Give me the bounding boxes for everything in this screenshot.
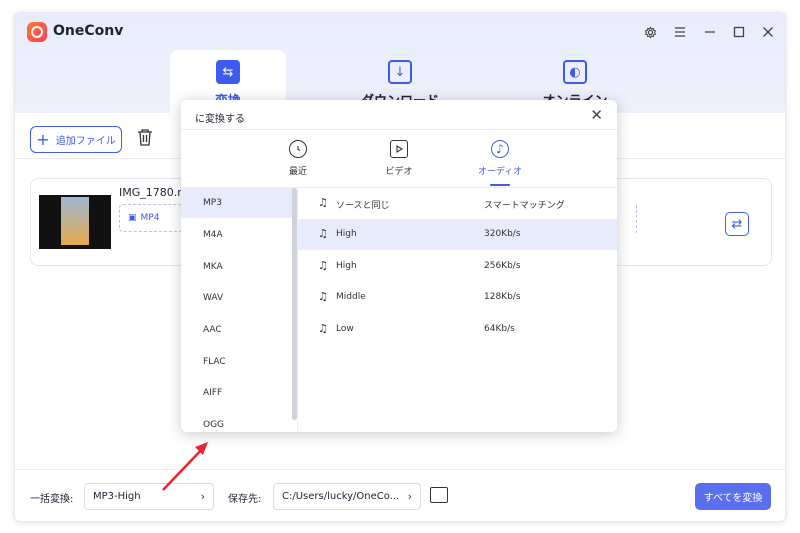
save-path-select[interactable]: C:/Users/lucky/OneCo... › <box>273 483 421 510</box>
category-audio[interactable]: ♪ オーディオ <box>470 140 530 177</box>
source-format-box[interactable]: ▣ MP4 <box>119 204 183 232</box>
save-to-label: 保存先: <box>228 494 262 505</box>
quality-name: Low <box>336 324 354 334</box>
quality-name: Middle <box>336 292 366 302</box>
maximize-icon[interactable] <box>730 23 748 41</box>
chevron-right-icon: › <box>407 490 412 503</box>
category-recent[interactable]: 最近 <box>268 140 328 177</box>
plus-icon: + <box>36 129 50 149</box>
source-format: MP4 <box>140 213 160 223</box>
music-note-icon: ♫ <box>318 322 328 335</box>
dialog-title: に変換する <box>195 114 245 125</box>
format-item-wav[interactable]: WAV <box>181 283 293 313</box>
format-item-aiff[interactable]: AIFF <box>181 378 293 408</box>
format-item-mp3[interactable]: MP3 <box>181 188 293 218</box>
convert-file-button[interactable]: ⇄ <box>725 212 749 236</box>
quality-bitrate: スマートマッチング <box>484 201 565 211</box>
active-category-indicator <box>490 184 510 186</box>
quality-name: High <box>336 229 357 239</box>
menu-icon[interactable] <box>671 23 689 41</box>
format-item-m4a[interactable]: M4A <box>181 220 293 250</box>
add-file-button[interactable]: + 追加ファイル <box>30 126 122 153</box>
annotation-arrow <box>162 442 208 491</box>
video-file-icon: ▣ <box>128 213 137 223</box>
format-item-mka[interactable]: MKA <box>181 252 293 282</box>
close-icon[interactable] <box>759 23 777 41</box>
music-note-icon: ♫ <box>318 259 328 272</box>
video-thumbnail <box>39 195 111 249</box>
batch-convert-label: 一括変換: <box>30 494 74 505</box>
divider <box>181 129 617 130</box>
category-video-label: ビデオ <box>385 167 413 177</box>
category-video[interactable]: ビデオ <box>369 140 429 177</box>
trash-icon[interactable] <box>137 128 153 150</box>
quality-row[interactable]: ♫ Middle 128Kb/s <box>298 282 617 313</box>
convert-icon: ⇆ <box>216 60 240 84</box>
dialog-close-icon[interactable]: ✕ <box>590 106 603 124</box>
format-dialog: に変換する ✕ 最近 ビデオ ♪ オーディオ MP3 M4A MKA WAV A… <box>181 100 617 432</box>
online-icon: ◐ <box>563 60 587 84</box>
format-item-aac[interactable]: AAC <box>181 315 293 345</box>
music-note-icon: ♫ <box>318 290 328 303</box>
quality-row[interactable]: ♫ High 256Kb/s <box>298 251 617 282</box>
quality-bitrate: 64Kb/s <box>484 324 515 334</box>
app-title: OneConv <box>53 23 124 39</box>
category-recent-label: 最近 <box>288 167 307 177</box>
quality-row[interactable]: ♫ ソースと同じ スマートマッチング <box>298 188 617 219</box>
format-item-flac[interactable]: FLAC <box>181 347 293 377</box>
quality-row[interactable]: ♫ High 320Kb/s <box>298 219 617 250</box>
quality-bitrate: 320Kb/s <box>484 229 521 239</box>
folder-icon[interactable] <box>430 487 448 503</box>
title-bar: OneConv ⇆ 変換 ↓ ダウンロード ◐ オンライン <box>15 13 785 113</box>
settings-icon[interactable] <box>641 23 659 41</box>
quality-row[interactable]: ♫ Low 64Kb/s <box>298 314 617 345</box>
convert-all-button[interactable]: すべてを変換 <box>695 483 771 510</box>
category-audio-label: オーディオ <box>477 167 523 177</box>
music-note-icon: ♫ <box>318 196 328 209</box>
target-format-box-edge <box>631 205 637 233</box>
quality-bitrate: 256Kb/s <box>484 261 521 271</box>
quality-bitrate: 128Kb/s <box>484 292 521 302</box>
clock-icon <box>289 140 307 158</box>
download-icon: ↓ <box>388 60 412 84</box>
format-list: MP3 M4A MKA WAV AAC FLAC AIFF OGG <box>181 188 293 432</box>
minimize-icon[interactable] <box>701 23 719 41</box>
app-logo-icon <box>27 22 47 42</box>
bottom-bar: 一括変換: MP3-High › 保存先: C:/Users/lucky/One… <box>15 469 785 521</box>
video-icon <box>390 140 408 158</box>
batch-format-value: MP3-High <box>93 491 141 502</box>
save-path-value: C:/Users/lucky/OneCo... <box>282 491 400 502</box>
music-icon: ♪ <box>491 140 509 158</box>
format-item-ogg[interactable]: OGG <box>181 410 293 432</box>
add-file-label: 追加ファイル <box>55 136 116 147</box>
quality-name: ソースと同じ <box>336 201 390 211</box>
music-note-icon: ♫ <box>318 227 328 240</box>
quality-name: High <box>336 261 357 271</box>
